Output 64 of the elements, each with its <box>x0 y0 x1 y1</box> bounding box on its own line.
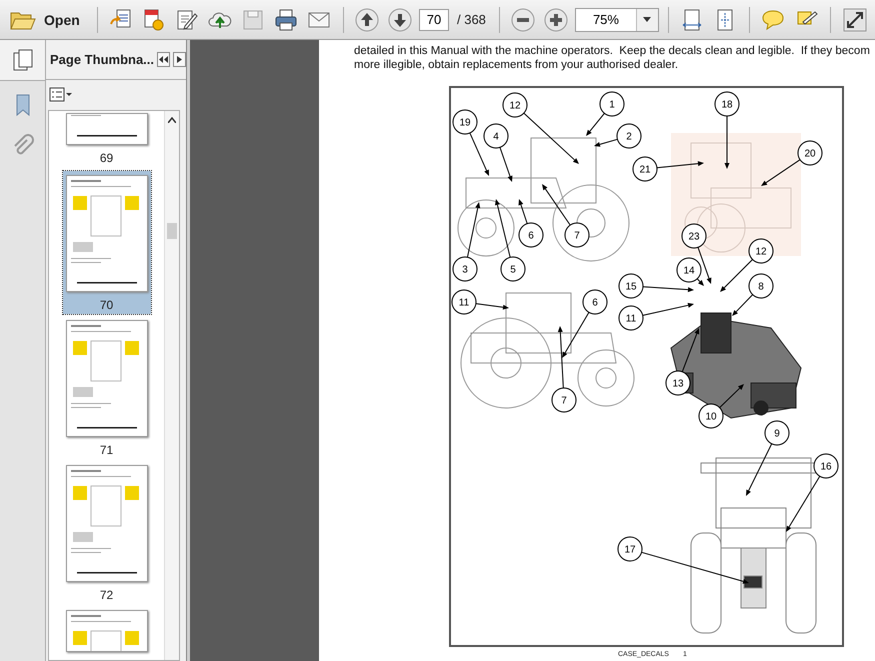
callout-number: 6 <box>582 290 608 314</box>
paragraph-line: more illegible, obtain replacements from your authorised dealer. <box>354 58 680 72</box>
leader-line <box>642 286 694 292</box>
leader-line <box>746 443 772 496</box>
callout-number: 19 <box>452 110 478 134</box>
callout-number: 13 <box>666 370 690 396</box>
leader-line <box>720 258 754 292</box>
leader-line <box>518 199 528 224</box>
scroll-up-icon[interactable] <box>168 117 176 123</box>
leader-line <box>542 184 571 226</box>
callout-number: 17 <box>618 536 642 562</box>
callout-number: 20 <box>798 140 822 166</box>
page-number-field[interactable]: 70 <box>419 8 449 30</box>
callout-number: 6 <box>518 222 544 248</box>
caret-icon <box>643 17 652 22</box>
callout-number: 7 <box>564 222 590 248</box>
leader-line <box>469 132 489 176</box>
scrollbar-thumb[interactable] <box>167 223 177 239</box>
leader-line <box>494 199 511 258</box>
callout-number: 23 <box>682 224 706 248</box>
pages-icon <box>10 48 34 72</box>
leader-line <box>466 202 480 258</box>
leader-line <box>594 138 618 147</box>
callout-number: 15 <box>618 274 644 298</box>
leader-line <box>786 476 820 532</box>
callout-number: 12 <box>502 92 528 118</box>
paragraph-line: detailed in this Manual with the machine operators. Keep the decals clean and legible. If they becom <box>354 44 871 58</box>
leader-line <box>719 384 744 408</box>
callout-number: 9 <box>764 420 790 446</box>
leader-line <box>682 328 700 372</box>
callout-number: 2 <box>616 124 642 148</box>
callout-number: 16 <box>814 454 838 478</box>
callout-number: 21 <box>632 156 658 182</box>
callout-number: 8 <box>748 274 774 298</box>
panel-title: Page Thumbna... <box>50 52 154 67</box>
leader-line <box>586 112 605 136</box>
callout-number: 5 <box>500 256 526 282</box>
right-arrow-icon <box>176 56 182 63</box>
dropdown-button[interactable] <box>636 8 658 30</box>
callout-number: 18 <box>714 92 740 116</box>
leader-line <box>523 112 579 164</box>
callout-number: 1 <box>600 92 624 116</box>
open-button[interactable]: Open <box>6 4 88 36</box>
leader-line <box>761 159 801 186</box>
zoom-dropdown[interactable]: 75% <box>574 8 659 32</box>
page-total: / 368 <box>457 12 486 27</box>
double-left-arrow-icon <box>159 56 168 63</box>
leader-line <box>642 302 694 316</box>
leader-line <box>499 146 512 182</box>
leader-line <box>656 161 704 168</box>
leader-line <box>732 294 754 316</box>
collapse-button[interactable] <box>157 52 170 67</box>
leader-line <box>475 303 509 310</box>
callout-number: 11 <box>452 290 476 314</box>
callout-number: 3 <box>452 256 478 282</box>
page-thumbnail[interactable]: 70 <box>62 171 150 314</box>
expand-button[interactable] <box>173 52 186 67</box>
callout-number: 4 <box>484 124 508 148</box>
callout-number: 7 <box>552 388 576 412</box>
leader-line <box>724 116 730 169</box>
callout-number: 10 <box>698 404 724 428</box>
callout-number: 12 <box>748 238 774 264</box>
callout-number: 11 <box>618 306 644 330</box>
callout-number: 14 <box>676 258 702 282</box>
